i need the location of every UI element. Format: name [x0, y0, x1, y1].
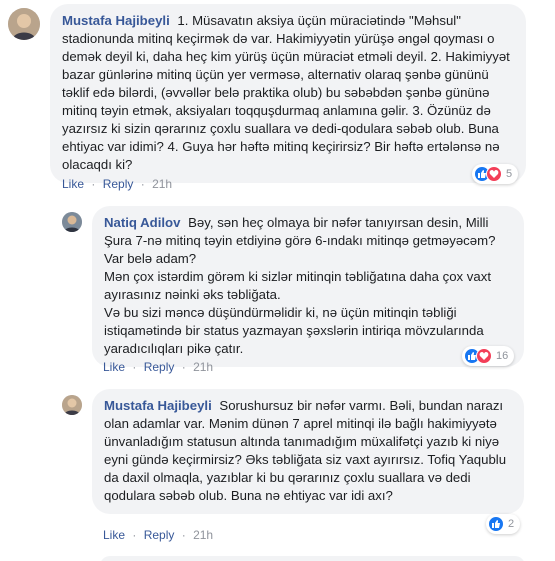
comment-text: Sorushursuz bir nəfər varmı. Bəli, bunda… — [104, 398, 510, 503]
next-comment-bubble-edge — [100, 556, 525, 561]
like-link[interactable]: Like — [103, 360, 125, 374]
like-reaction-icon — [488, 516, 504, 532]
avatar[interactable] — [62, 212, 82, 232]
comment-author[interactable]: Mustafa Hajibeyli — [62, 13, 170, 28]
reply-link[interactable]: Reply — [103, 177, 134, 191]
reaction-count: 2 — [508, 518, 515, 530]
avatar[interactable] — [62, 395, 82, 415]
avatar[interactable] — [8, 8, 40, 40]
comment-actions: Like · Reply · 21h — [62, 177, 172, 191]
comment-text: Bəy, sən heç olmaya bir nəfər tanıyırsan… — [104, 215, 496, 356]
reaction-count: 16 — [496, 350, 509, 362]
comment-bubble: Natiq Adilov Bəy, sən heç olmaya bir nəf… — [92, 206, 524, 367]
comment-bubble: Mustafa Hajibeyli Sorushursuz bir nəfər … — [92, 389, 524, 514]
love-reaction-icon — [486, 166, 502, 182]
separator: · — [140, 177, 145, 191]
like-link[interactable]: Like — [103, 528, 125, 542]
separator: · — [132, 360, 137, 374]
separator: · — [132, 528, 137, 542]
reply-link[interactable]: Reply — [144, 528, 175, 542]
comment-actions: Like · Reply · 21h — [103, 360, 213, 374]
comment-author[interactable]: Mustafa Hajibeyli — [104, 398, 212, 413]
reaction-summary[interactable]: 5 — [472, 164, 519, 184]
timestamp[interactable]: 21h — [193, 360, 213, 374]
reaction-summary[interactable]: 16 — [462, 346, 515, 366]
love-reaction-icon — [476, 348, 492, 364]
like-link[interactable]: Like — [62, 177, 84, 191]
comment-actions: Like · Reply · 21h — [103, 528, 213, 542]
comment-text: 1. Müsavatın aksiya üçün müraciətində "M… — [62, 13, 514, 172]
comment-bubble: Mustafa Hajibeyli 1. Müsavatın aksiya üç… — [50, 4, 526, 183]
reaction-count: 5 — [506, 168, 513, 180]
separator: · — [91, 177, 96, 191]
timestamp[interactable]: 21h — [152, 177, 172, 191]
separator: · — [181, 360, 186, 374]
reply-link[interactable]: Reply — [144, 360, 175, 374]
timestamp[interactable]: 21h — [193, 528, 213, 542]
comment-author[interactable]: Natiq Adilov — [104, 215, 180, 230]
reaction-summary[interactable]: 2 — [486, 514, 521, 534]
separator: · — [181, 528, 186, 542]
